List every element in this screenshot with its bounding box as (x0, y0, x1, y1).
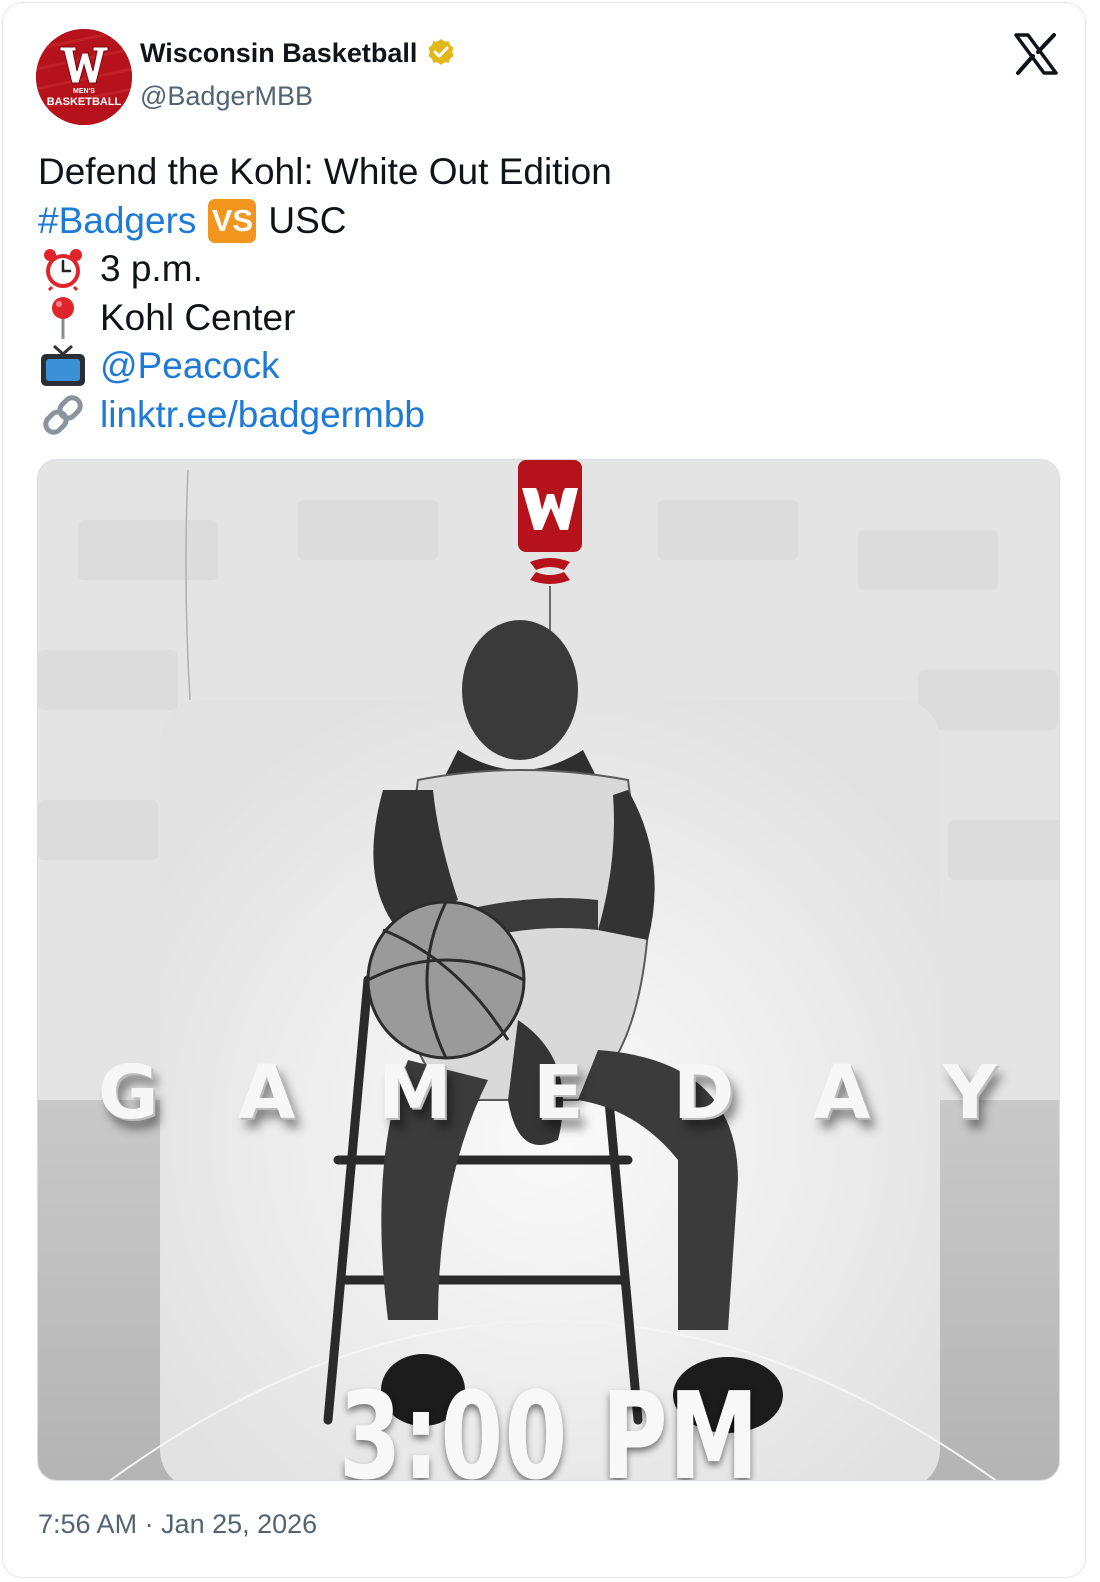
gameday-letter: A (238, 1050, 296, 1136)
verified-badge-icon (428, 39, 454, 65)
tweet-card: MEN'S BASKETBALL Wisconsin Basketball @B… (2, 2, 1086, 1578)
gameday-letter: A (813, 1050, 871, 1136)
hashtag-badgers-link[interactable]: #Badgers (38, 197, 196, 246)
avatar[interactable]: MEN'S BASKETBALL (36, 29, 132, 125)
television-icon (41, 345, 85, 387)
display-name[interactable]: Wisconsin Basketball (140, 38, 417, 69)
tweet-line-broadcast: @Peacock (38, 342, 612, 391)
gameday-headline: G A M E D A Y (38, 1050, 1059, 1160)
wisconsin-w-logo-icon: MEN'S BASKETBALL (36, 29, 132, 125)
tweet-line-link: linktr.ee/badgermbb (38, 391, 612, 440)
link-icon (43, 395, 83, 435)
author-name-row: Wisconsin Basketball (140, 37, 457, 69)
gameday-graphic (38, 460, 1059, 1480)
media-image[interactable]: G A M E D A Y 3:00 PM (37, 459, 1060, 1481)
venue-text: Kohl Center (100, 296, 296, 338)
pushpin-icon (52, 296, 74, 339)
game-time-graphic-text: 3:00 PM (338, 1368, 761, 1481)
tweet-line-title: Defend the Kohl: White Out Edition (38, 148, 612, 197)
tweet-line-venue: Kohl Center (38, 294, 612, 343)
peacock-mention-link[interactable]: @Peacock (100, 342, 279, 391)
author-handle[interactable]: @BadgerMBB (140, 81, 313, 112)
game-time-text: 3 p.m. (100, 248, 203, 289)
gameday-letter: Y (943, 1050, 997, 1136)
vs-badge: VS (208, 198, 257, 243)
tweet-timestamp[interactable]: 7:56 AM · Jan 25, 2026 (38, 1509, 317, 1540)
tweet-text: Defend the Kohl: White Out Edition #Badg… (38, 148, 612, 439)
tweet-line-time: 3 p.m. (38, 245, 612, 294)
gameday-letter: E (533, 1050, 584, 1136)
tweet-title: Defend the Kohl: White Out Edition (38, 151, 612, 192)
alarm-clock-icon (44, 249, 82, 292)
linktree-link[interactable]: linktr.ee/badgermbb (100, 391, 425, 440)
opponent-name: USC (268, 199, 347, 241)
avatar-text-top: MEN'S (73, 88, 95, 95)
tweet-line-matchup: #Badgers VS USC (38, 197, 612, 246)
avatar-text-bottom: BASKETBALL (47, 96, 122, 108)
gameday-letter: M (378, 1050, 452, 1136)
x-logo-icon[interactable] (1014, 33, 1058, 75)
gameday-letter: D (673, 1050, 735, 1136)
gameday-letter: G (98, 1050, 159, 1136)
